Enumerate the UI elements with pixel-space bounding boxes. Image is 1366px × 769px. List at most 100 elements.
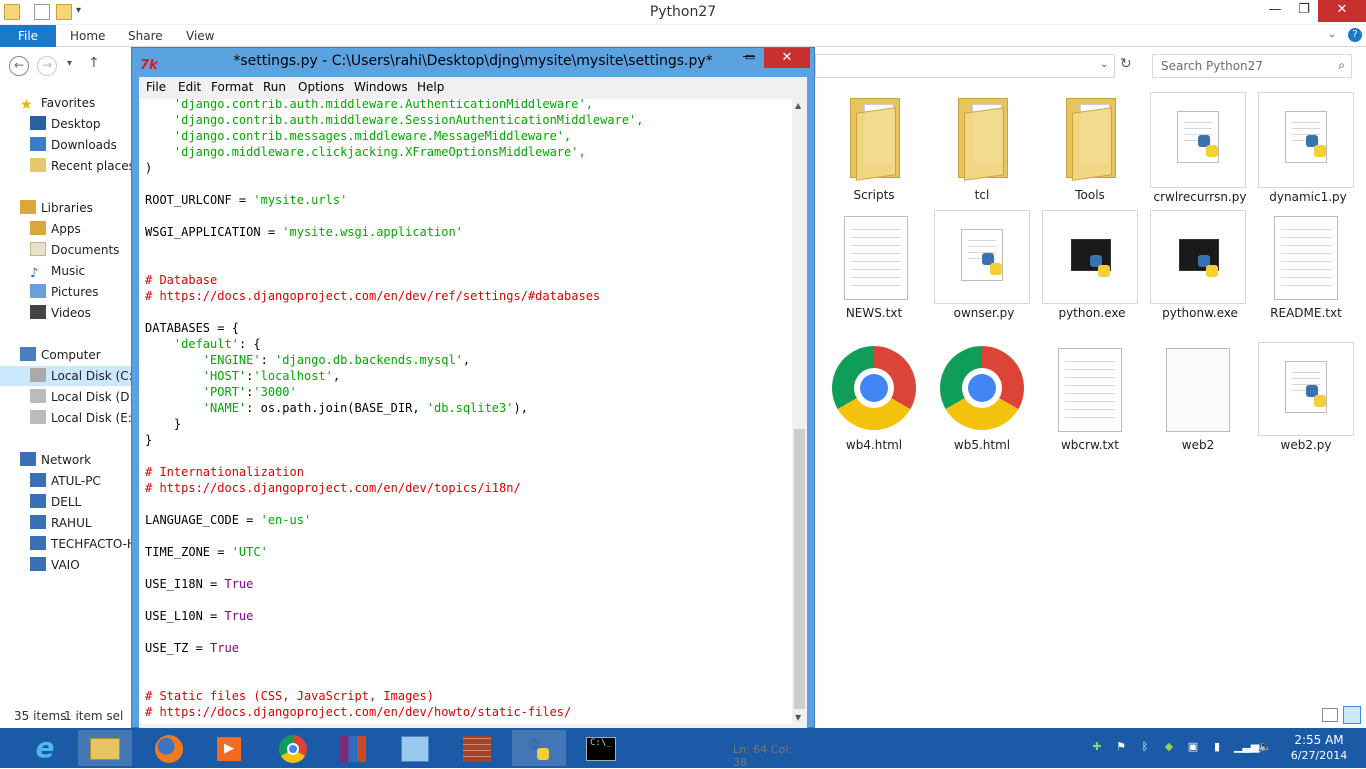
file-item-python-exe[interactable]: python.exe <box>1042 208 1142 323</box>
file-item-dynamic1[interactable]: dynamic1.py <box>1258 92 1358 207</box>
file-item-pythonw-exe[interactable]: pythonw.exe <box>1150 208 1250 323</box>
idle-editor-window: 7k *settings.py - C:\Users\rahi\Desktop\… <box>131 47 815 729</box>
sidebar-computer[interactable]: Computer <box>20 345 101 365</box>
code-line: ) <box>145 161 153 175</box>
file-item-tcl[interactable]: tcl <box>932 90 1032 205</box>
network-add-icon[interactable]: ✚ <box>1090 740 1104 754</box>
signal-icon[interactable]: ▁▃▅ <box>1234 740 1259 754</box>
help-icon[interactable]: ? <box>1348 28 1362 42</box>
chevron-down-icon[interactable]: ⌄ <box>1100 59 1108 70</box>
recent-locations-icon[interactable]: ▾ <box>67 58 72 69</box>
file-item-readme-txt[interactable]: README.txt <box>1256 208 1356 323</box>
file-item-crwlrecurrsn[interactable]: crwlrecurrsn.py <box>1150 92 1250 207</box>
idle-maximize-button[interactable]: ▭ <box>740 50 760 66</box>
idle-close-button[interactable]: ✕ <box>764 48 810 68</box>
menu-help[interactable]: Help <box>417 80 444 94</box>
menu-edit[interactable]: Edit <box>178 80 201 94</box>
sidebar-item-dell[interactable]: DELL <box>30 492 81 512</box>
internet-explorer-icon[interactable]: e <box>18 730 72 766</box>
device-icon[interactable]: ▣ <box>1186 740 1200 754</box>
line-column-indicator: Ln: 64 Col: 38 <box>733 743 792 769</box>
command-prompt-icon[interactable]: C:\_ <box>574 730 628 766</box>
python-file-icon <box>1258 342 1354 436</box>
window-title: Python27 <box>649 4 717 20</box>
back-button[interactable]: ← <box>9 56 29 76</box>
scroll-up-icon[interactable]: ▲ <box>795 101 801 110</box>
item-count: 35 items <box>14 709 67 723</box>
refresh-icon[interactable]: ↻ <box>1120 56 1132 72</box>
scroll-down-icon[interactable]: ▼ <box>795 713 801 722</box>
file-item-ownser[interactable]: ownser.py <box>934 208 1034 323</box>
code-comment: # Static files (CSS, JavaScript, Images) <box>145 689 434 703</box>
sidebar-favorites[interactable]: ★ Favorites <box>20 93 95 113</box>
volume-icon[interactable]: 🔈 <box>1258 740 1272 754</box>
firefox-icon[interactable] <box>142 730 196 766</box>
file-item-scripts[interactable]: Scripts <box>824 90 924 205</box>
sidebar-item-techfacto[interactable]: TECHFACTO-H <box>30 534 136 554</box>
file-item-web2[interactable]: web2 <box>1148 340 1248 455</box>
python-idle-icon[interactable] <box>512 730 566 766</box>
blank-file-icon <box>1166 348 1230 432</box>
file-item-web2-py[interactable]: web2.py <box>1256 340 1356 455</box>
menu-file[interactable]: File <box>146 80 166 94</box>
menu-run[interactable]: Run <box>263 80 286 94</box>
control-panel-icon[interactable] <box>388 730 442 766</box>
sidebar-item-pictures[interactable]: Pictures <box>30 282 99 302</box>
sidebar-item-apps[interactable]: Apps <box>30 219 81 239</box>
tab-home[interactable]: Home <box>70 29 105 43</box>
forward-button[interactable]: → <box>37 56 57 76</box>
file-item-tools[interactable]: Tools <box>1040 90 1140 205</box>
sync-icon[interactable]: ◆ <box>1162 740 1176 754</box>
scrollbar-thumb[interactable] <box>794 429 805 709</box>
sidebar-item-desktop[interactable]: Desktop <box>30 114 101 134</box>
videos-icon <box>30 305 46 319</box>
winrar-icon[interactable] <box>326 730 380 766</box>
chrome-icon[interactable] <box>266 730 320 766</box>
menu-options[interactable]: Options <box>298 80 344 94</box>
clock-date: 6/27/2014 <box>1290 749 1348 762</box>
ribbon-expand-icon[interactable]: ⌄ <box>1328 29 1336 40</box>
sidebar-item-atul-pc[interactable]: ATUL-PC <box>30 471 101 491</box>
sidebar-libraries[interactable]: Libraries <box>20 198 93 218</box>
battery-icon[interactable]: ▮ <box>1210 740 1224 754</box>
menu-format[interactable]: Format <box>211 80 253 94</box>
sidebar-item-recent-places[interactable]: Recent places <box>30 156 135 176</box>
tab-view[interactable]: View <box>186 29 214 43</box>
firewall-icon[interactable] <box>450 730 504 766</box>
sidebar-item-local-disk-c[interactable]: Local Disk (C:) <box>0 366 137 386</box>
text-file-icon <box>1058 348 1122 432</box>
tab-share[interactable]: Share <box>128 29 163 43</box>
search-input[interactable]: Search Python27 ⌕ <box>1152 54 1352 78</box>
tab-file[interactable]: File <box>0 25 56 47</box>
sidebar-item-documents[interactable]: Documents <box>30 240 119 260</box>
clock[interactable]: 2:55 AM 6/27/2014 <box>1286 732 1352 764</box>
menu-windows[interactable]: Windows <box>354 80 408 94</box>
sidebar-item-downloads[interactable]: Downloads <box>30 135 117 155</box>
media-player-icon[interactable]: ▶ <box>202 730 256 766</box>
editor-scrollbar[interactable]: ▲ ▼ <box>792 99 807 724</box>
flag-icon[interactable]: ⚑ <box>1114 740 1128 754</box>
code-editor[interactable]: 'django.contrib.auth.middleware.Authenti… <box>139 99 792 724</box>
computer-icon <box>30 557 46 571</box>
sidebar-item-vaio[interactable]: VAIO <box>30 555 80 575</box>
file-explorer-icon[interactable] <box>78 730 132 766</box>
sidebar-item-music[interactable]: ♪ Music <box>30 261 85 281</box>
sidebar-network[interactable]: Network <box>20 450 91 470</box>
file-item-wbcrw-txt[interactable]: wbcrw.txt <box>1040 340 1140 455</box>
maximize-button[interactable]: ❐ <box>1289 0 1319 22</box>
file-item-wb4-html[interactable]: wb4.html <box>824 340 924 455</box>
bluetooth-icon[interactable]: ᛒ <box>1138 740 1152 754</box>
sidebar-item-rahul[interactable]: RAHUL <box>30 513 92 533</box>
large-icons-view-icon[interactable] <box>1343 706 1361 724</box>
sidebar-item-videos[interactable]: Videos <box>30 303 91 323</box>
code-comment: # Database <box>145 273 218 287</box>
sidebar-item-local-disk-e[interactable]: Local Disk (E:) <box>30 408 137 428</box>
details-view-icon[interactable] <box>1322 708 1338 722</box>
minimize-button[interactable]: — <box>1260 0 1290 22</box>
address-bar[interactable]: ⌄ <box>815 54 1115 78</box>
up-button[interactable]: ↑ <box>88 55 100 71</box>
file-item-wb5-html[interactable]: wb5.html <box>932 340 1032 455</box>
close-button[interactable]: ✕ <box>1318 0 1366 22</box>
file-item-news-txt[interactable]: NEWS.txt <box>824 208 924 323</box>
sidebar-item-local-disk-d[interactable]: Local Disk (D:) <box>30 387 138 407</box>
